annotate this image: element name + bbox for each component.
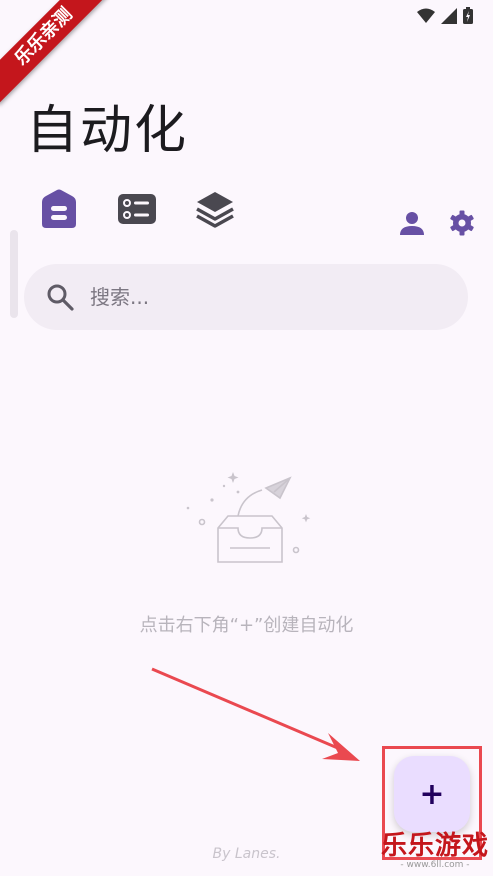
- scroll-indicator[interactable]: [10, 230, 18, 318]
- checklist-icon: [118, 194, 156, 224]
- home-card-icon: [42, 189, 76, 228]
- page-title: 自动化: [26, 101, 189, 161]
- tab-automation[interactable]: [38, 188, 80, 230]
- gear-icon[interactable]: [449, 210, 475, 236]
- top-actions: [399, 210, 475, 236]
- wifi-icon: [417, 8, 435, 23]
- layers-icon: [196, 192, 234, 228]
- watermark-logo-url: - www.6ll.com -: [400, 860, 470, 870]
- annotation-arrow: [151, 667, 360, 761]
- empty-state-message: 点击右下角“+”创建自动化: [139, 615, 354, 636]
- empty-inbox-icon: [186, 472, 311, 563]
- search-icon: [47, 284, 74, 311]
- tab-list[interactable]: [116, 188, 158, 230]
- search-input[interactable]: [88, 284, 432, 310]
- signal-icon: [441, 7, 457, 24]
- person-icon[interactable]: [399, 210, 425, 236]
- battery-icon: [463, 7, 473, 24]
- watermark-logo-text: 乐乐游戏: [380, 831, 489, 861]
- status-icons: [417, 7, 473, 24]
- tab-layers[interactable]: [194, 188, 236, 230]
- tab-row: [38, 188, 236, 230]
- search-bar[interactable]: [24, 264, 468, 330]
- add-automation-button[interactable]: +: [394, 756, 470, 832]
- watermark-logo: 乐乐游戏 - www.6ll.com -: [381, 832, 489, 870]
